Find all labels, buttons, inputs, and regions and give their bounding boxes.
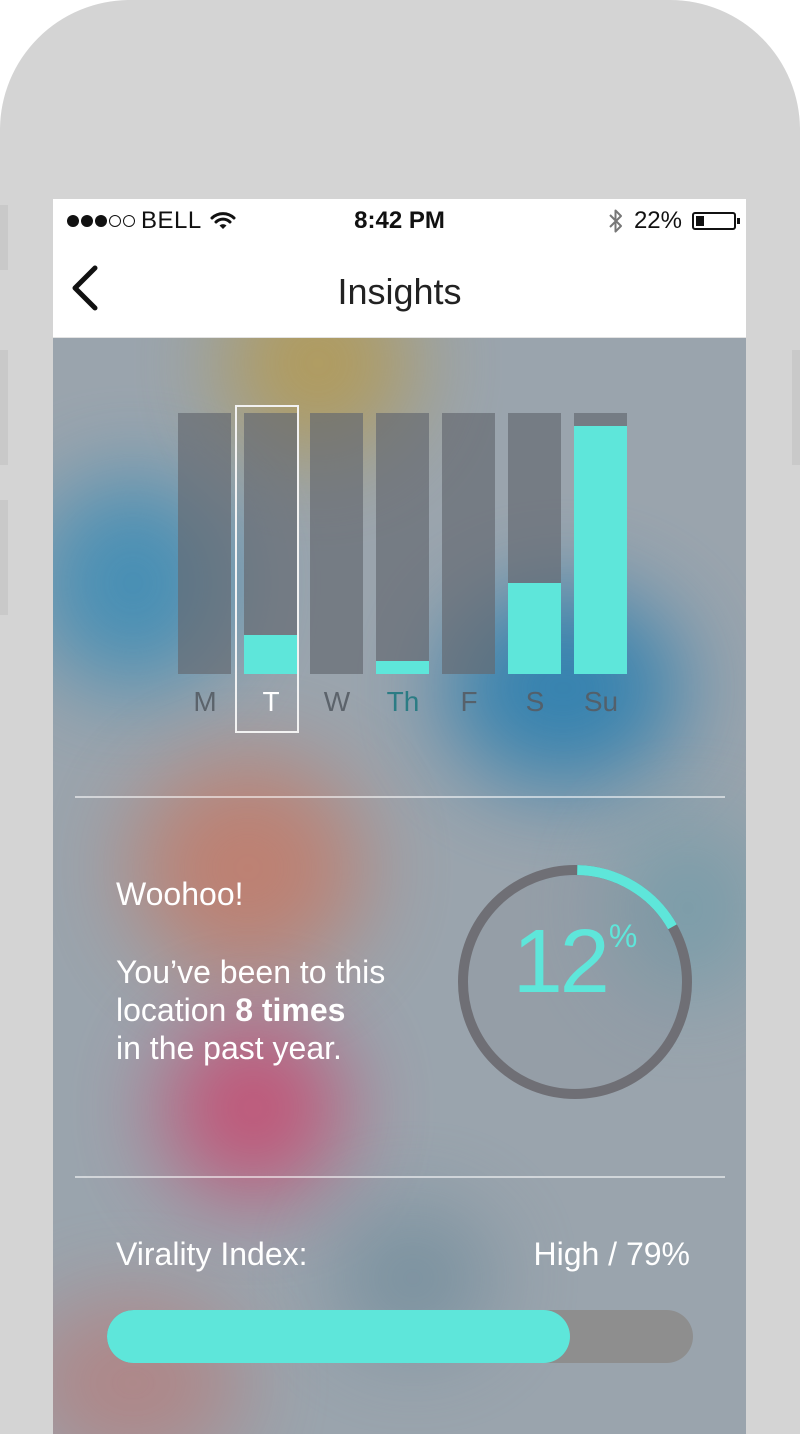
- virality-progress-fill: [107, 1310, 570, 1363]
- bluetooth-icon: [609, 209, 622, 233]
- visits-line-2: location 8 times: [116, 991, 385, 1029]
- volume-up-button: [0, 350, 8, 465]
- screen: BELL 8:42 PM 22% Insights M T W Th F S S…: [53, 199, 746, 1434]
- phone-frame: BELL 8:42 PM 22% Insights M T W Th F S S…: [0, 0, 800, 1434]
- day-column-m[interactable]: [178, 413, 231, 674]
- visits-line-1: You’ve been to this: [116, 954, 386, 990]
- insights-content: M T W Th F S Su Woohoo! You’ve been to this lo…: [53, 338, 746, 1434]
- visits-line-2-prefix: location: [116, 992, 227, 1028]
- day-column-th[interactable]: [376, 413, 429, 674]
- volume-down-button: [0, 500, 8, 615]
- visits-line-3: in the past year.: [116, 1030, 342, 1066]
- day-bar: [508, 583, 561, 674]
- visits-summary: Woohoo! You’ve been to this location 8 t…: [116, 875, 385, 1067]
- visit-count: 8 times: [235, 992, 346, 1028]
- percentage-value: 12%: [455, 912, 695, 1012]
- day-bar: [376, 661, 429, 674]
- day-label: F: [460, 686, 478, 717]
- navigation-bar: Insights: [53, 241, 746, 338]
- day-label: T: [262, 686, 280, 717]
- battery-nub: [737, 218, 740, 224]
- virality-label: Virality Index:: [116, 1236, 308, 1272]
- battery-level: [696, 216, 704, 226]
- visits-headline: Woohoo!: [116, 876, 244, 912]
- day-column-su[interactable]: [574, 413, 627, 674]
- day-label: W: [323, 686, 351, 717]
- mute-switch: [0, 205, 8, 270]
- day-column-s[interactable]: [508, 413, 561, 674]
- status-bar: BELL 8:42 PM 22%: [53, 199, 746, 241]
- section-divider: [75, 796, 725, 798]
- status-right: 22%: [608, 207, 740, 235]
- day-label: S: [525, 686, 545, 717]
- day-column-f[interactable]: [442, 413, 495, 674]
- battery-icon: [692, 212, 740, 230]
- weekly-visits-chart: M T W Th F S Su: [53, 338, 746, 758]
- percentage-number: 12: [512, 912, 610, 1012]
- day-label: M: [193, 686, 217, 717]
- day-column-t[interactable]: [244, 413, 297, 674]
- day-bar: [574, 426, 627, 674]
- page-title: Insights: [337, 271, 462, 312]
- battery-percentage: 22%: [633, 207, 682, 234]
- section-divider: [75, 1176, 725, 1178]
- percentage-symbol: %: [608, 918, 638, 954]
- day-label: Su: [583, 686, 619, 717]
- virality-progress-bar: [107, 1310, 693, 1363]
- day-bar: [244, 635, 297, 674]
- day-column-w[interactable]: [310, 413, 363, 674]
- day-label: Th: [386, 686, 420, 717]
- virality-value: High / 79%: [533, 1236, 690, 1272]
- power-button: [792, 350, 800, 465]
